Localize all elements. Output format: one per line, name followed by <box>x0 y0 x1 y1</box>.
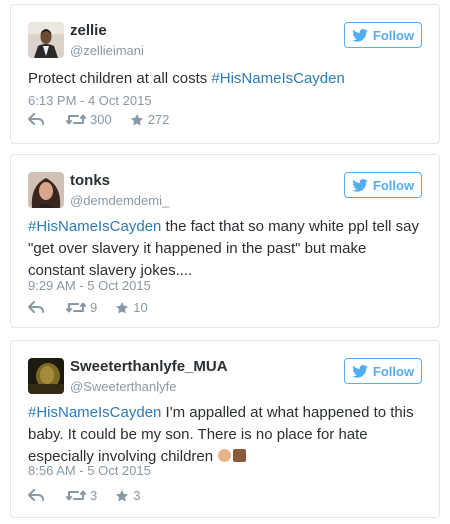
tweet-actions: 9 10 <box>28 300 148 315</box>
brown-square-emoji <box>233 449 247 462</box>
follow-label: Follow <box>372 363 415 379</box>
retweet-count: 300 <box>90 112 112 127</box>
tweet-text-body: Protect children at all costs <box>28 70 212 87</box>
avatar[interactable] <box>28 358 64 394</box>
user-handle[interactable]: @Sweeterthanlyfe <box>70 379 176 394</box>
tweet-timestamp[interactable]: 6:13 PM - 4 Oct 2015 <box>28 93 152 108</box>
tweet-text: Protect children at all costs #HisNameIs… <box>28 68 422 90</box>
user-name[interactable]: zellie <box>70 22 107 39</box>
reply-icon <box>28 301 44 313</box>
retweet-button[interactable]: 300 <box>66 112 112 127</box>
like-count: 272 <box>147 112 170 127</box>
follow-button[interactable]: Follow <box>344 22 422 48</box>
like-star-icon <box>116 489 129 502</box>
twitter-bird-icon <box>352 178 368 192</box>
follow-button[interactable]: Follow <box>344 358 422 384</box>
retweet-icon <box>66 490 86 501</box>
retweet-icon <box>66 114 86 125</box>
retweet-count: 9 <box>90 300 98 315</box>
like-button[interactable]: 3 <box>115 488 140 503</box>
clapping-hands-emoji <box>218 449 232 462</box>
tweet-timestamp[interactable]: 8:56 AM - 5 Oct 2015 <box>28 463 151 478</box>
hashtag-link[interactable]: #HisNameIsCayden <box>28 218 161 235</box>
user-name[interactable]: tonks <box>70 172 110 189</box>
tweet-text: #HisNameIsCayden I'm appalled at what ha… <box>28 402 422 468</box>
tweet-text: #HisNameIsCayden the fact that so many w… <box>28 216 422 282</box>
like-count: 10 <box>133 300 148 315</box>
retweet-count: 3 <box>90 488 98 503</box>
reply-button[interactable] <box>28 113 44 126</box>
user-handle[interactable]: @demdemdemi_ <box>70 193 169 208</box>
like-count: 3 <box>133 488 141 503</box>
like-star-icon <box>130 113 143 126</box>
reply-button[interactable] <box>28 301 44 314</box>
twitter-bird-icon <box>352 28 368 42</box>
hashtag-link[interactable]: #HisNameIsCayden <box>211 70 344 87</box>
avatar[interactable] <box>28 172 64 208</box>
twitter-bird-icon <box>352 364 368 378</box>
user-name[interactable]: Sweeterthanlyfe_MUA <box>70 358 228 375</box>
tweet-actions: 300 272 <box>28 112 169 127</box>
user-handle[interactable]: @zellieimani <box>70 43 144 58</box>
hashtag-link[interactable]: #HisNameIsCayden <box>28 404 161 421</box>
follow-button[interactable]: Follow <box>344 172 422 198</box>
reply-button[interactable] <box>28 489 44 502</box>
avatar[interactable] <box>28 22 64 58</box>
reply-icon <box>28 113 44 125</box>
follow-label: Follow <box>372 177 415 193</box>
retweet-button[interactable]: 3 <box>66 488 97 503</box>
tweet-timestamp[interactable]: 9:29 AM - 5 Oct 2015 <box>28 278 151 293</box>
like-star-icon <box>116 301 129 314</box>
tweet-card: zellie @zellieimani Follow Protect child… <box>10 4 440 144</box>
tweet-card: Sweeterthanlyfe_MUA @Sweeterthanlyfe Fol… <box>10 340 440 518</box>
tweet-card: tonks @demdemdemi_ Follow #HisNameIsCayd… <box>10 154 440 328</box>
retweet-button[interactable]: 9 <box>66 300 97 315</box>
like-button[interactable]: 10 <box>115 300 148 315</box>
like-button[interactable]: 272 <box>130 112 170 127</box>
tweet-actions: 3 3 <box>28 488 140 503</box>
follow-label: Follow <box>372 27 415 43</box>
retweet-icon <box>66 302 86 313</box>
reply-icon <box>28 489 44 501</box>
